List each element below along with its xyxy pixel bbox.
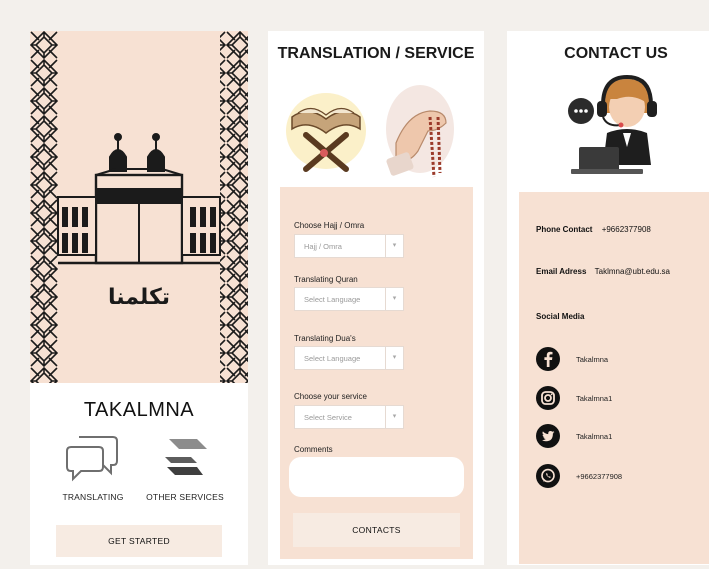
support-agent-illustration [568, 74, 657, 174]
brand-title: TAKALMNA [83, 399, 195, 421]
contact-us-screen: CONTACT US Phone Contact +9662377908 Ema [507, 31, 709, 565]
arabic-app-title: تكلمنا [107, 285, 171, 310]
phone-row: Phone Contact +9662377908 [536, 225, 651, 234]
feature-other-services[interactable]: OTHER SERVICES [140, 433, 230, 502]
splash-banner: تكلمنا [30, 31, 248, 383]
select-value: Select Language [304, 295, 361, 304]
twitter-icon[interactable] [536, 424, 560, 448]
geometric-border-pattern [30, 31, 248, 383]
hand-service-icon [165, 439, 207, 475]
chevron-down-icon: ▾ [385, 288, 403, 310]
kaaba-illustration [57, 133, 221, 265]
field-label: Translating Quran [294, 275, 358, 284]
phone-label: Phone Contact [536, 225, 593, 234]
chevron-down-icon: ▾ [385, 406, 403, 428]
email-label: Email Adress [536, 267, 587, 276]
facebook-handle[interactable]: Takalmna [576, 355, 608, 364]
whatsapp-icon[interactable] [536, 464, 560, 488]
field-label: Choose Hajj / Omra [294, 221, 365, 230]
contacts-button[interactable]: CONTACTS [293, 513, 460, 547]
comments-input[interactable] [289, 457, 464, 497]
chevron-down-icon: ▾ [385, 347, 403, 369]
translation-form: Choose Hajj / Omra Hajj / Omra ▾ Transla… [280, 187, 473, 559]
twitter-handle[interactable]: Takalmna1 [576, 432, 612, 441]
phone-value[interactable]: +9662377908 [602, 225, 651, 234]
email-row: Email Adress Taklmna@ubt.edu.sa [536, 267, 670, 276]
instagram-icon[interactable] [536, 386, 560, 410]
select-value: Select Language [304, 354, 361, 363]
contact-info-card: Phone Contact +9662377908 Email Adress T… [519, 192, 709, 564]
select-value: Select Service [304, 413, 352, 422]
field-label: Choose your service [294, 392, 367, 401]
facebook-icon[interactable] [536, 347, 560, 371]
dua-language-select[interactable]: Select Language ▾ [294, 346, 404, 370]
whatsapp-handle[interactable]: +9662377908 [576, 472, 622, 481]
comments-label: Comments [294, 445, 333, 454]
instagram-handle[interactable]: Takalmna1 [576, 394, 612, 403]
app-mockup-stage: تكلمنا TAKALMNA TRANSLATING OTHER SERVIC… [0, 0, 709, 569]
home-screen: تكلمنا TAKALMNA TRANSLATING OTHER SERVIC… [30, 31, 248, 565]
feature-label: OTHER SERVICES [146, 492, 224, 502]
translation-service-screen: TRANSLATION / SERVICE Choose Hajj / Omra… [268, 31, 484, 565]
field-label: Translating Dua's [294, 334, 356, 343]
select-value: Hajj / Omra [304, 242, 342, 251]
hajj-omra-select[interactable]: Hajj / Omra ▾ [294, 234, 404, 258]
page-title: CONTACT US [564, 45, 668, 62]
email-value[interactable]: Taklmna@ubt.edu.sa [595, 267, 670, 276]
feature-translating[interactable]: TRANSLATING [48, 433, 138, 502]
social-media-heading: Social Media [536, 312, 585, 321]
get-started-button[interactable]: GET STARTED [56, 525, 222, 557]
chevron-down-icon: ▾ [385, 235, 403, 257]
page-title: TRANSLATION / SERVICE [277, 45, 475, 62]
chat-bubbles-icon [66, 436, 118, 482]
quran-language-select[interactable]: Select Language ▾ [294, 287, 404, 311]
service-select[interactable]: Select Service ▾ [294, 405, 404, 429]
quran-and-prayer-beads-illustration [286, 85, 454, 178]
feature-label: TRANSLATING [62, 492, 124, 502]
